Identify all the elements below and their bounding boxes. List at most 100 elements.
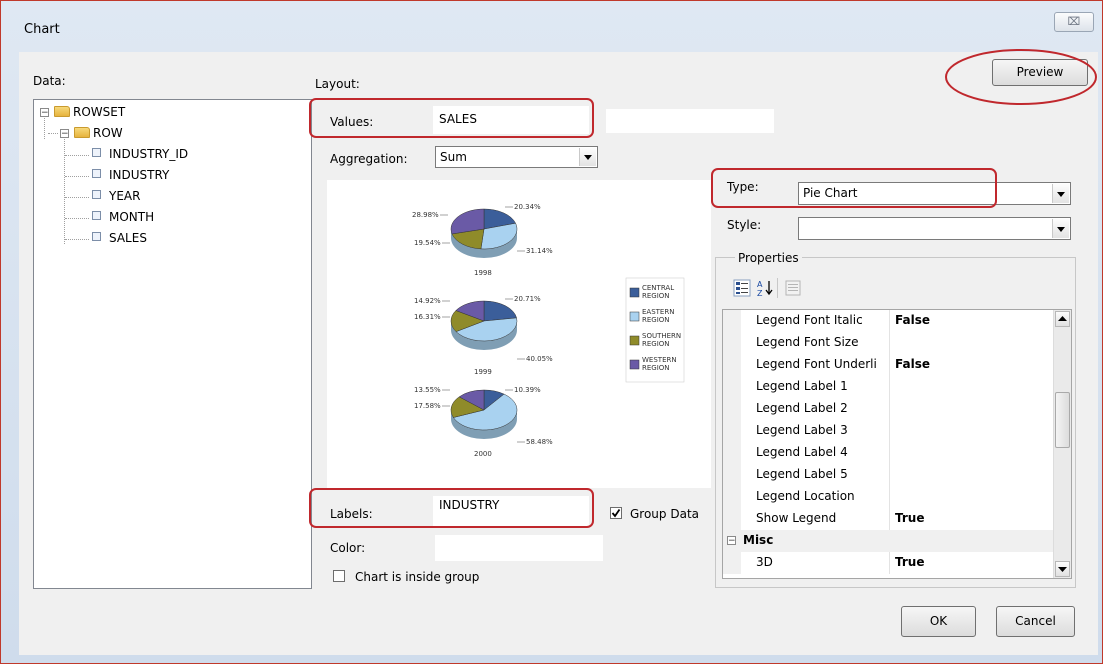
close-icon[interactable]: ⌧ bbox=[1068, 15, 1081, 28]
legend-label: WESTERN bbox=[642, 356, 677, 364]
property-grid[interactable]: Legend Font Italic False Legend Font Size… bbox=[722, 309, 1072, 579]
svg-text:Z: Z bbox=[757, 289, 763, 297]
property-name: Legend Label 2 bbox=[756, 401, 848, 415]
values-secondary-field[interactable] bbox=[606, 109, 774, 133]
tree-connector bbox=[65, 197, 89, 198]
property-row[interactable]: Show Legend True bbox=[723, 508, 1053, 530]
collapse-icon[interactable]: − bbox=[40, 108, 49, 118]
data-tree[interactable]: − ROWSET − ROW INDUSTRY_ID INDUSTRY YEAR… bbox=[33, 99, 312, 589]
legend-label: REGION bbox=[642, 364, 670, 372]
ok-button[interactable]: OK bbox=[901, 606, 976, 637]
property-category-misc[interactable]: − Misc bbox=[723, 530, 1053, 552]
chevron-down-icon[interactable] bbox=[1052, 184, 1069, 203]
property-row[interactable]: Legend Label 3 bbox=[723, 420, 1053, 442]
values-highlight bbox=[309, 98, 594, 138]
pie-slice bbox=[483, 300, 517, 322]
tree-connector bbox=[64, 136, 65, 244]
property-name: Legend Font Size bbox=[756, 335, 859, 349]
property-row[interactable]: Legend Font Underli False bbox=[723, 354, 1053, 376]
property-row[interactable]: Legend Label 5 bbox=[723, 464, 1053, 486]
collapse-icon[interactable]: − bbox=[727, 536, 736, 546]
property-row[interactable]: Legend Font Size bbox=[723, 332, 1053, 354]
property-name: Legend Label 4 bbox=[756, 445, 848, 459]
property-value[interactable]: False bbox=[895, 313, 930, 327]
sort-alphabetical-icon[interactable]: A Z bbox=[756, 279, 774, 297]
tree-node-row[interactable]: ROW bbox=[74, 126, 123, 140]
field-icon bbox=[92, 211, 101, 220]
slice-label: 20.34% bbox=[514, 203, 541, 211]
tree-node-year[interactable]: YEAR bbox=[92, 189, 140, 203]
pie-year-label: 1998 bbox=[474, 269, 492, 277]
property-row[interactable]: Legend Location bbox=[723, 486, 1053, 508]
scroll-up-button[interactable] bbox=[1055, 311, 1070, 327]
scroll-thumb[interactable] bbox=[1055, 392, 1070, 448]
tree-connector bbox=[65, 155, 89, 156]
chart-inside-group-label: Chart is inside group bbox=[355, 570, 480, 584]
tree-node-label: ROWSET bbox=[73, 105, 126, 119]
property-name: Legend Label 1 bbox=[756, 379, 848, 393]
property-row[interactable]: Legend Label 2 bbox=[723, 398, 1053, 420]
property-row[interactable]: Legend Label 4 bbox=[723, 442, 1053, 464]
property-name: Legend Label 5 bbox=[756, 467, 848, 481]
property-name: Legend Label 3 bbox=[756, 423, 848, 437]
style-label: Style: bbox=[727, 218, 762, 232]
legend-label: REGION bbox=[642, 340, 670, 348]
categorized-icon[interactable] bbox=[733, 279, 751, 297]
pie-1998: 20.34% 31.14% 19.54% 28.98% 1998 bbox=[412, 203, 553, 277]
tree-connector bbox=[65, 176, 89, 177]
pie-2000: 10.39% 58.48% 17.58% 13.55% 2000 bbox=[414, 386, 553, 458]
tree-node-label: SALES bbox=[109, 231, 147, 245]
color-label: Color: bbox=[330, 541, 366, 555]
slice-label: 13.55% bbox=[414, 386, 441, 394]
type-highlight bbox=[711, 168, 997, 208]
property-value[interactable]: False bbox=[895, 357, 930, 371]
aggregation-label: Aggregation: bbox=[330, 152, 408, 166]
scroll-down-button[interactable] bbox=[1055, 561, 1070, 577]
close-button[interactable]: ⌧ bbox=[1054, 12, 1094, 32]
chevron-up-icon[interactable] bbox=[1056, 312, 1069, 326]
property-pages-icon[interactable] bbox=[784, 279, 802, 297]
slice-label: 16.31% bbox=[414, 313, 441, 321]
slice-label: 40.05% bbox=[526, 355, 553, 363]
slice-label: 28.98% bbox=[412, 211, 439, 219]
svg-text:A: A bbox=[757, 280, 763, 289]
title-bar: Chart ⌧ bbox=[10, 10, 1100, 50]
legend-label: REGION bbox=[642, 316, 670, 324]
style-dropdown[interactable] bbox=[798, 217, 1071, 240]
tree-node-label: YEAR bbox=[109, 189, 141, 203]
field-icon bbox=[92, 190, 101, 199]
legend-label: REGION bbox=[642, 292, 670, 300]
property-row[interactable]: 3D True bbox=[723, 552, 1053, 574]
tree-connector bbox=[65, 218, 89, 219]
tree-node-industry-id[interactable]: INDUSTRY_ID bbox=[92, 147, 188, 161]
tree-node-industry[interactable]: INDUSTRY bbox=[92, 168, 169, 182]
preview-highlight bbox=[945, 49, 1097, 105]
tree-connector bbox=[44, 116, 45, 139]
collapse-icon[interactable]: − bbox=[60, 129, 69, 139]
chevron-down-icon[interactable] bbox=[1052, 219, 1069, 238]
group-data-checkbox[interactable] bbox=[610, 507, 622, 519]
chevron-down-icon[interactable] bbox=[579, 148, 596, 166]
pie-1999: 20.71% 40.05% 16.31% 14.92% 1999 bbox=[414, 295, 553, 376]
field-icon bbox=[92, 169, 101, 178]
chevron-down-icon[interactable] bbox=[1056, 562, 1069, 576]
data-label: Data: bbox=[33, 74, 66, 88]
tree-node-rowset[interactable]: ROWSET bbox=[54, 105, 125, 119]
property-row[interactable]: Legend Label 1 bbox=[723, 376, 1053, 398]
property-name: 3D bbox=[756, 555, 773, 569]
property-grid-scrollbar[interactable] bbox=[1053, 310, 1071, 578]
properties-label: Properties bbox=[735, 251, 802, 265]
property-row[interactable]: Legend Font Italic False bbox=[723, 310, 1053, 332]
property-category-label: Misc bbox=[743, 533, 774, 547]
tree-node-sales[interactable]: SALES bbox=[92, 231, 147, 245]
color-field[interactable] bbox=[435, 535, 603, 561]
tree-node-month[interactable]: MONTH bbox=[92, 210, 154, 224]
aggregation-dropdown[interactable]: Sum bbox=[435, 146, 598, 168]
property-value[interactable]: True bbox=[895, 511, 924, 525]
property-value[interactable]: True bbox=[895, 555, 924, 569]
dialog-body: Data: − ROWSET − ROW INDUSTRY_ID INDUSTR… bbox=[19, 49, 1098, 655]
chart-inside-group-checkbox[interactable] bbox=[333, 570, 345, 582]
slice-label: 10.39% bbox=[514, 386, 541, 394]
legend-label: CENTRAL bbox=[642, 284, 674, 292]
cancel-button[interactable]: Cancel bbox=[996, 606, 1075, 637]
